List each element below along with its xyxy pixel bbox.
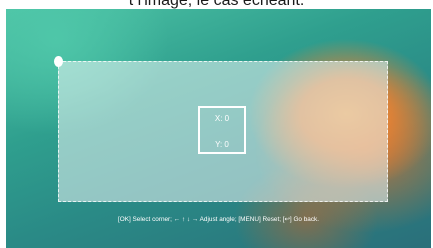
projector-screen: X: 0 Y: 0 [OK] Select corner; ← ↑ ↓ → Ad… bbox=[6, 9, 431, 248]
control-hint: [OK] Select corner; ← ↑ ↓ → Adjust angle… bbox=[117, 216, 320, 223]
page: t l'image, le cas échéant. X: 0 Y: 0 [OK… bbox=[0, 0, 433, 248]
y-coordinate: Y: 0 bbox=[215, 140, 229, 149]
corner-handle[interactable] bbox=[54, 56, 63, 67]
x-coordinate: X: 0 bbox=[214, 114, 230, 123]
coordinate-box: X: 0 Y: 0 bbox=[198, 106, 246, 154]
